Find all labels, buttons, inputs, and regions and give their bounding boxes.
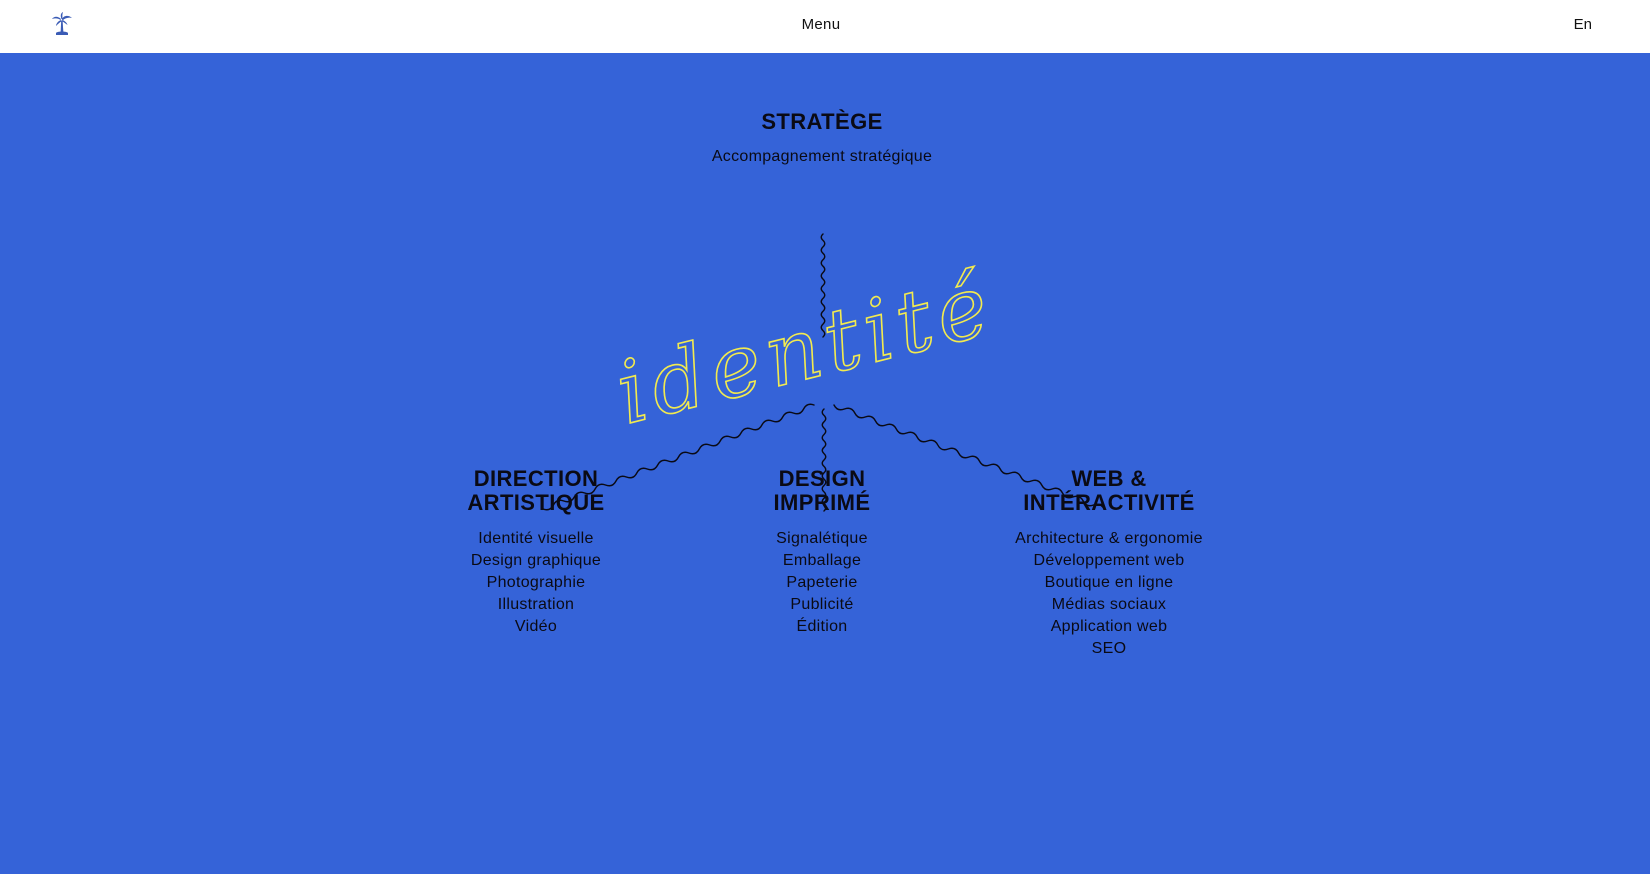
service-item: Photographie	[486, 574, 586, 591]
menu-button[interactable]: Menu	[0, 16, 1642, 33]
column-title: DIRECTION ARTISTIQUE	[386, 467, 686, 515]
column-title-line: DESIGN	[778, 466, 866, 491]
service-item: Signalétique	[776, 530, 868, 547]
service-item: Édition	[796, 618, 848, 635]
strategy-title: STRATÈGE	[761, 109, 883, 134]
strategy-block: STRATÈGE Accompagnement stratégique	[622, 110, 1022, 168]
top-navigation-bar: Menu En	[0, 0, 1650, 53]
service-item: Architecture & ergonomie	[1015, 530, 1203, 547]
column-title: WEB & INTÉRACTIVITÉ	[959, 467, 1259, 515]
service-list: Signalétique Emballage Papeterie Publici…	[672, 528, 972, 638]
service-list: Identité visuelle Design graphique Photo…	[386, 528, 686, 638]
service-item: Boutique en ligne	[1044, 574, 1174, 591]
service-item: Identité visuelle	[478, 530, 594, 547]
strategy-subtitle: Accompagnement stratégique	[711, 148, 933, 165]
service-column-direction-artistique: DIRECTION ARTISTIQUE Identité visuelle D…	[386, 467, 686, 638]
service-item: Emballage	[782, 552, 862, 569]
service-item: Design graphique	[470, 552, 602, 569]
service-item: SEO	[1091, 640, 1127, 657]
column-title-line: IMPRIMÉ	[773, 490, 871, 515]
language-switch-link[interactable]: En	[1574, 16, 1592, 33]
service-item: Vidéo	[514, 618, 558, 635]
service-item: Papeterie	[786, 574, 858, 591]
column-title: DESIGN IMPRIMÉ	[672, 467, 972, 515]
services-diagram	[0, 53, 1650, 874]
service-item: Développement web	[1033, 552, 1185, 569]
service-column-design-imprime: DESIGN IMPRIMÉ Signalétique Emballage Pa…	[672, 467, 972, 638]
service-item: Médias sociaux	[1051, 596, 1167, 613]
column-title-line: DIRECTION	[473, 466, 599, 491]
service-item: Application web	[1050, 618, 1168, 635]
service-column-web-interactivite: WEB & INTÉRACTIVITÉ Architecture & ergon…	[959, 467, 1259, 660]
service-item: Publicité	[790, 596, 854, 613]
service-list: Architecture & ergonomie Développement w…	[959, 528, 1259, 660]
column-title-line: ARTISTIQUE	[467, 490, 605, 515]
column-title-line: INTÉRACTIVITÉ	[1023, 490, 1195, 515]
column-title-line: WEB &	[1071, 466, 1147, 491]
service-item: Illustration	[497, 596, 575, 613]
